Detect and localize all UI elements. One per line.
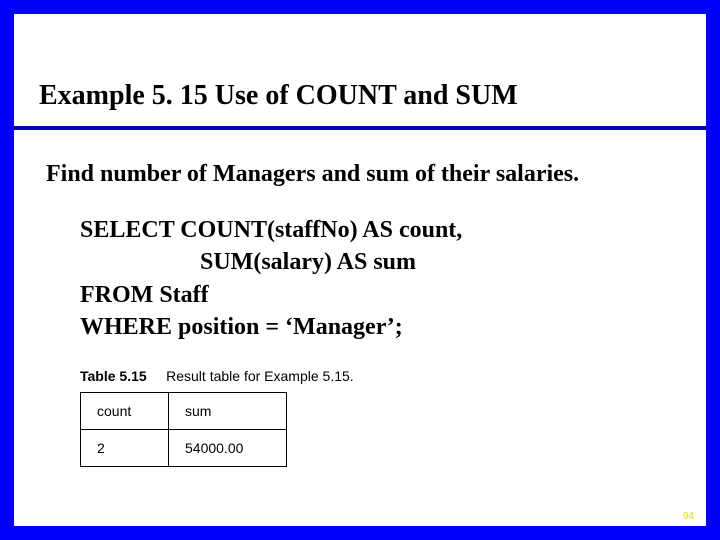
table-header-row: count sum bbox=[81, 393, 287, 430]
table-caption-label: Table 5.15 bbox=[80, 368, 147, 384]
table-caption-text: Result table for Example 5.15. bbox=[166, 368, 354, 384]
result-table: count sum 2 54000.00 bbox=[80, 392, 287, 467]
cell-sum: 54000.00 bbox=[169, 430, 287, 467]
page-number: 94 bbox=[683, 511, 694, 522]
code-line-2: SUM(salary) AS sum bbox=[80, 246, 462, 278]
slide-title: Example 5. 15 Use of COUNT and SUM bbox=[39, 80, 681, 118]
table-caption: Table 5.15 Result table for Example 5.15… bbox=[80, 368, 354, 384]
sql-code-block: SELECT COUNT(staffNo) AS count, SUM(sala… bbox=[80, 214, 462, 344]
slide-inner: Example 5. 15 Use of COUNT and SUM Find … bbox=[14, 14, 706, 526]
code-line-1: SELECT COUNT(staffNo) AS count, bbox=[80, 214, 462, 246]
code-line-3: FROM Staff bbox=[80, 279, 462, 311]
slide-subtitle: Find number of Managers and sum of their… bbox=[46, 161, 579, 188]
title-underline bbox=[14, 126, 706, 130]
code-line-4: WHERE position = ‘Manager’; bbox=[80, 311, 462, 343]
header-sum: sum bbox=[169, 393, 287, 430]
header-count: count bbox=[81, 393, 169, 430]
cell-count: 2 bbox=[81, 430, 169, 467]
table-row: 2 54000.00 bbox=[81, 430, 287, 467]
slide: Example 5. 15 Use of COUNT and SUM Find … bbox=[0, 0, 720, 540]
result-table-wrap: Table 5.15 Result table for Example 5.15… bbox=[80, 368, 354, 467]
